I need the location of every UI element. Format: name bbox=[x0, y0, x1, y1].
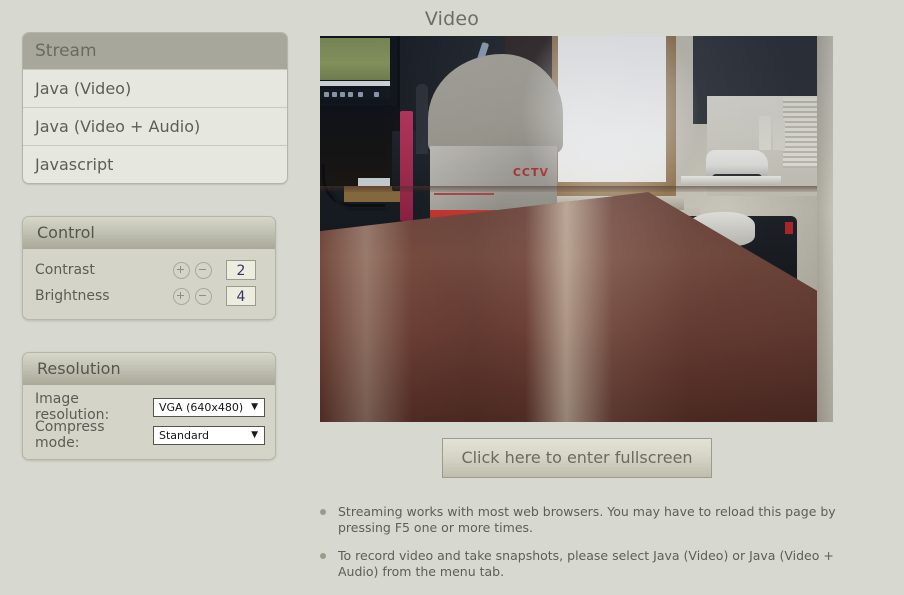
taskbar-icon bbox=[374, 92, 379, 97]
image-resolution-value: VGA (640x480) bbox=[159, 400, 244, 414]
list-item: To record video and take snapshots, plea… bbox=[320, 548, 840, 580]
contrast-increase-button[interactable] bbox=[173, 261, 190, 279]
chevron-down-icon: ▼ bbox=[251, 401, 258, 412]
resolution-panel: Resolution Image resolution: VGA (640x48… bbox=[22, 352, 276, 460]
window-glass bbox=[558, 36, 666, 182]
taskbar-icon bbox=[340, 92, 345, 97]
red-object bbox=[785, 222, 793, 234]
bullet-icon bbox=[320, 548, 338, 580]
brightness-row: Brightness 4 bbox=[23, 283, 275, 309]
paper-strip bbox=[358, 178, 390, 186]
sidebar-item-javascript[interactable]: Javascript bbox=[23, 145, 287, 183]
toy-car bbox=[706, 150, 768, 182]
sidebar-item-java-video-audio[interactable]: Java (Video + Audio) bbox=[23, 107, 287, 145]
notes-list: Streaming works with most web browsers. … bbox=[320, 504, 840, 592]
cctv-logo-label: CCTV bbox=[512, 166, 549, 179]
bottle-one bbox=[759, 116, 771, 150]
bottle-two bbox=[773, 118, 785, 150]
video-stream-view[interactable]: CCTV bbox=[320, 36, 833, 422]
brightness-value-field[interactable]: 4 bbox=[226, 286, 256, 306]
resolution-panel-body: Image resolution: VGA (640x480) ▼ Compre… bbox=[23, 385, 275, 459]
wall-edge bbox=[817, 36, 833, 422]
cctv-box-stripe bbox=[434, 193, 494, 195]
monitor-screen bbox=[320, 38, 390, 80]
control-panel-header: Control bbox=[23, 217, 275, 249]
chevron-down-icon: ▼ bbox=[251, 429, 258, 440]
bullet-icon bbox=[320, 504, 338, 536]
note-text: Streaming works with most web browsers. … bbox=[338, 504, 836, 535]
window-blinds bbox=[783, 98, 817, 168]
video-scene: CCTV bbox=[320, 36, 833, 422]
resolution-panel-header: Resolution bbox=[23, 353, 275, 385]
sidebar-item-java-video[interactable]: Java (Video) bbox=[23, 69, 287, 107]
image-resolution-row: Image resolution: VGA (640x480) ▼ bbox=[23, 391, 275, 423]
image-resolution-select[interactable]: VGA (640x480) ▼ bbox=[153, 397, 265, 417]
compress-mode-row: Compress mode: Standard ▼ bbox=[23, 419, 275, 451]
control-panel-body: Contrast 2 Brightness 4 bbox=[23, 249, 275, 319]
fullscreen-button[interactable]: Click here to enter fullscreen bbox=[442, 438, 712, 478]
taskbar-icon bbox=[358, 92, 363, 97]
taskbar-icon bbox=[348, 92, 353, 97]
list-item: Streaming works with most web browsers. … bbox=[320, 504, 840, 536]
taskbar-icon bbox=[324, 92, 329, 97]
monitor-taskbar bbox=[320, 89, 390, 99]
page-title: Video bbox=[424, 8, 480, 30]
compress-mode-select[interactable]: Standard ▼ bbox=[153, 425, 265, 445]
compress-mode-label: Compress mode: bbox=[35, 419, 105, 451]
taskbar-icon bbox=[332, 92, 337, 97]
left-sidebar: Stream Java (Video) Java (Video + Audio)… bbox=[22, 32, 288, 460]
stream-panel-header: Stream bbox=[23, 33, 287, 69]
note-text: To record video and take snapshots, plea… bbox=[338, 548, 834, 579]
computer-monitor bbox=[320, 36, 400, 106]
pen-pink bbox=[400, 111, 413, 221]
compress-mode-value: Standard bbox=[159, 428, 210, 442]
contrast-decrease-button[interactable] bbox=[195, 261, 212, 279]
stream-panel: Stream Java (Video) Java (Video + Audio)… bbox=[22, 32, 288, 184]
pen-dark bbox=[416, 84, 428, 154]
brightness-label: Brightness bbox=[35, 288, 110, 304]
control-panel: Control Contrast 2 Brightness 4 bbox=[22, 216, 276, 320]
contrast-row: Contrast 2 bbox=[23, 257, 275, 283]
brightness-decrease-button[interactable] bbox=[195, 287, 212, 305]
shelf bbox=[681, 176, 781, 185]
monitor-window-bar bbox=[320, 81, 390, 86]
contrast-value-field[interactable]: 2 bbox=[226, 260, 256, 280]
contrast-label: Contrast bbox=[35, 262, 95, 278]
brightness-increase-button[interactable] bbox=[173, 287, 190, 305]
desk-edge bbox=[320, 186, 833, 192]
